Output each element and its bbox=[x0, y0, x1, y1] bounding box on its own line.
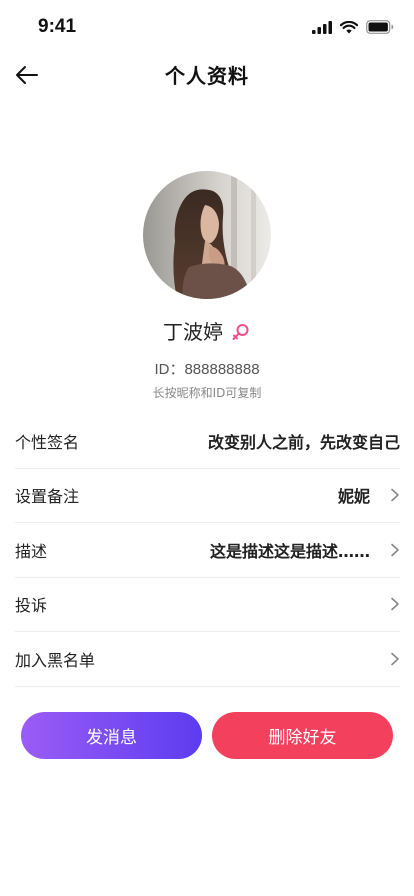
chevron-right-icon bbox=[391, 652, 399, 666]
avatar-photo bbox=[143, 171, 271, 299]
report-row[interactable]: 投诉 bbox=[15, 578, 400, 632]
nav-bar: 个人资料 bbox=[0, 54, 414, 94]
row-label: 个性签名 bbox=[15, 432, 80, 452]
profile-screen: 9:41 个人资料 丁波婷 ID：888888888 长按昵称和ID可复制 个性… bbox=[0, 0, 414, 896]
avatar[interactable] bbox=[143, 171, 271, 299]
signal-icon bbox=[312, 20, 332, 34]
description-value: 这是描述这是描述…… bbox=[209, 541, 370, 561]
nickname-row: 丁波婷 bbox=[0, 316, 414, 345]
status-icons bbox=[312, 19, 394, 35]
blacklist-row[interactable]: 加入黑名单 bbox=[15, 632, 400, 687]
nickname[interactable]: 丁波婷 bbox=[163, 316, 223, 345]
remark-row[interactable]: 设置备注 妮妮 bbox=[15, 469, 400, 523]
chevron-right-icon bbox=[391, 543, 399, 557]
status-bar: 9:41 bbox=[0, 0, 414, 54]
row-label: 设置备注 bbox=[15, 487, 80, 507]
user-id[interactable]: ID：888888888 bbox=[0, 358, 414, 379]
chevron-right-icon bbox=[391, 597, 399, 611]
signature-row: 个性签名 改变别人之前，先改变自己 bbox=[15, 414, 400, 469]
female-gender-icon bbox=[231, 322, 251, 342]
battery-icon bbox=[366, 20, 394, 34]
row-label: 加入黑名单 bbox=[15, 650, 96, 670]
copy-hint: 长按昵称和ID可复制 bbox=[152, 386, 262, 400]
send-message-button[interactable]: 发消息 bbox=[21, 712, 202, 759]
wifi-icon bbox=[340, 20, 358, 33]
status-time: 9:41 bbox=[38, 16, 77, 37]
signature-value: 改变别人之前，先改变自己 bbox=[207, 432, 400, 452]
description-row[interactable]: 描述 这是描述这是描述…… bbox=[15, 523, 400, 578]
info-list: 个性签名 改变别人之前，先改变自己 设置备注 妮妮 描述 这是描述这是描述…… … bbox=[15, 414, 400, 687]
remark-value: 妮妮 bbox=[337, 487, 370, 507]
row-label: 描述 bbox=[15, 541, 48, 561]
chevron-right-icon bbox=[391, 488, 399, 502]
row-label: 投诉 bbox=[15, 596, 48, 616]
page-title: 个人资料 bbox=[165, 64, 249, 88]
delete-friend-button[interactable]: 删除好友 bbox=[212, 712, 393, 759]
